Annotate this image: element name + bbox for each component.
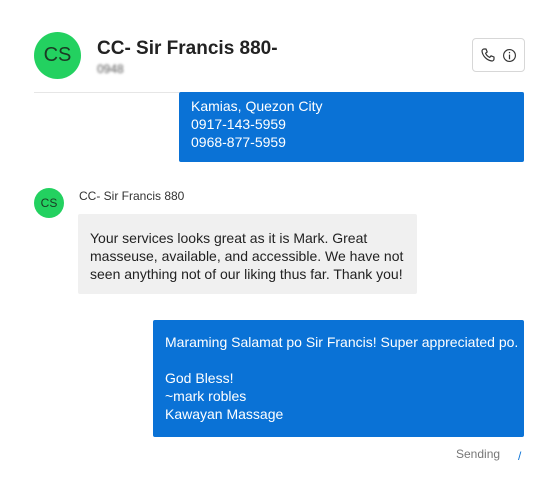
contact-avatar[interactable]: CS — [34, 32, 81, 79]
info-icon[interactable] — [502, 48, 517, 63]
message-line: Kawayan Massage — [165, 406, 284, 422]
sender-avatar[interactable]: CS — [34, 188, 64, 218]
outgoing-message-bubble[interactable]: Kamias, Quezon City 0917-143-5959 0968-8… — [179, 92, 524, 162]
message-line: God Bless! — [165, 370, 234, 386]
message-line — [165, 351, 518, 369]
message-text: Your services looks great as it is Mark.… — [90, 230, 404, 282]
outgoing-message-bubble[interactable]: Maraming Salamat po Sir Francis! Super a… — [153, 320, 524, 437]
message-line: ~mark robles — [165, 388, 247, 404]
message-line: Maraming Salamat po Sir Francis! Super a… — [165, 334, 519, 350]
message-line: 0968-877-5959 — [191, 134, 286, 150]
phone-icon[interactable] — [480, 47, 496, 63]
sender-name: CC- Sir Francis 880 — [79, 189, 185, 203]
contact-name: CC- Sir Francis 880- — [97, 38, 278, 59]
message-line: 0917-143-5959 — [191, 116, 286, 132]
delivery-status: Sending — [456, 447, 501, 461]
incoming-message-bubble[interactable]: Your services looks great as it is Mark.… — [78, 214, 417, 294]
header-actions — [472, 38, 525, 72]
sending-spinner-icon: / — [518, 449, 522, 463]
contact-number: 0948 — [97, 62, 124, 76]
conversation-header: CS CC- Sir Francis 880- 0948 — [0, 0, 550, 92]
message-line: Kamias, Quezon City — [191, 98, 323, 114]
